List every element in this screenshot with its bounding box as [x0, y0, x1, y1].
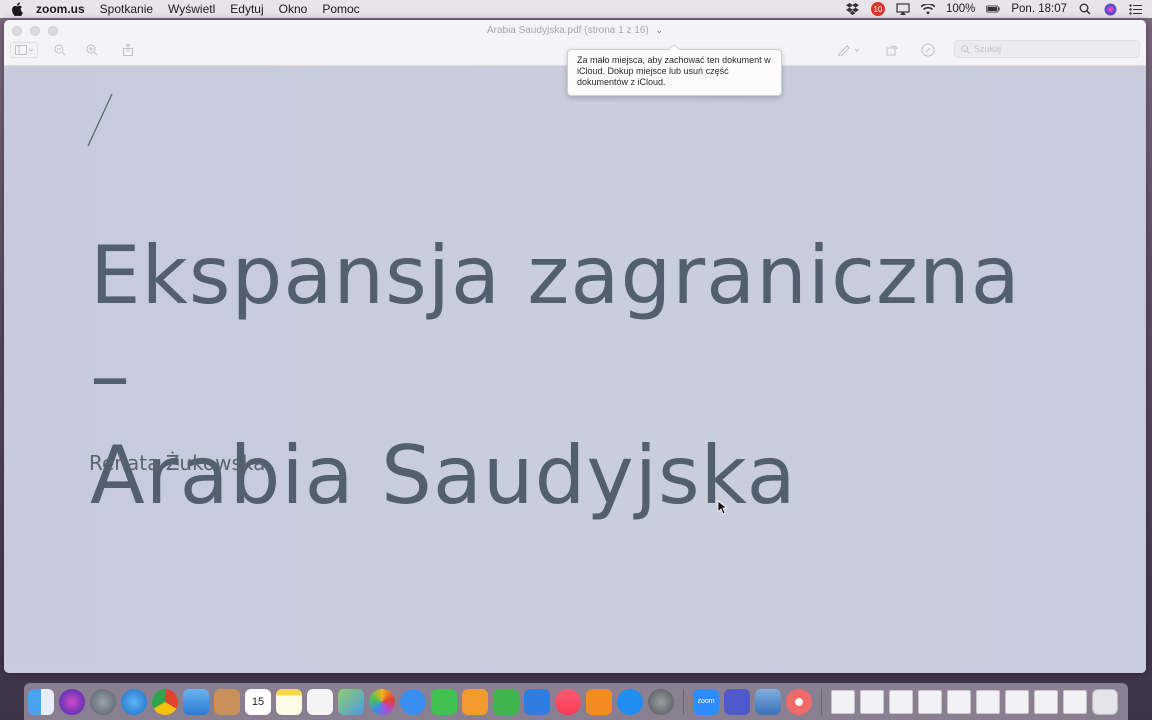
slide-page[interactable]: Ekspansja zagraniczna – Arabia Saudyjska…	[12, 68, 1138, 665]
dock-document-9[interactable]	[1063, 689, 1087, 714]
safari-icon[interactable]	[121, 688, 147, 715]
clock[interactable]: Pon. 18:07	[1011, 3, 1067, 15]
books-icon[interactable]	[586, 688, 612, 715]
status-area: 10 100% Pon. 18:07	[846, 2, 1142, 16]
dock-document-6[interactable]	[976, 689, 1000, 714]
facetime-icon[interactable]	[431, 688, 457, 715]
dock-document-7[interactable]	[1005, 689, 1029, 714]
menu-bar: zoom.us Spotkanie Wyświetl Edytuj Okno P…	[0, 0, 1152, 18]
document-title-text: Arabia Saudyjska.pdf (strona 1 z 16)	[486, 25, 649, 36]
notes-icon[interactable]	[276, 688, 302, 715]
rotate-button[interactable]	[882, 42, 902, 58]
preview-icon[interactable]	[755, 688, 781, 715]
zoom-out-icon	[54, 44, 66, 56]
numbers-icon[interactable]	[493, 688, 519, 715]
menu-pomoc[interactable]: Pomoc	[322, 2, 359, 16]
menu-wyswietl[interactable]: Wyświetl	[168, 2, 215, 16]
chrome-icon[interactable]	[152, 688, 178, 715]
launchpad-icon[interactable]	[90, 688, 116, 715]
menu-edytuj[interactable]: Edytuj	[230, 2, 263, 16]
search-icon	[961, 44, 970, 54]
notification-badge[interactable]: 10	[870, 2, 885, 16]
maps-icon[interactable]	[338, 688, 364, 715]
battery-icon[interactable]	[986, 2, 1001, 16]
dock-document-5[interactable]	[947, 689, 971, 714]
share-button[interactable]	[116, 42, 140, 58]
apple-icon[interactable]	[10, 2, 24, 16]
markup-icon	[921, 43, 935, 57]
photos-icon[interactable]	[369, 688, 395, 715]
slide-author: Renata Żukowska	[89, 451, 266, 475]
chevron-down-icon[interactable]: ⌄	[656, 25, 664, 35]
dropbox-icon[interactable]	[846, 2, 860, 16]
dock-document-4[interactable]	[918, 689, 942, 714]
asana-icon[interactable]	[786, 688, 812, 715]
search-input[interactable]: Szukaj	[954, 40, 1140, 58]
reminders-icon[interactable]	[307, 688, 333, 715]
siri-dock-icon[interactable]	[59, 688, 85, 715]
share-icon	[123, 44, 133, 56]
preview-window: Arabia Saudyjska.pdf (strona 1 z 16) ⌄ S…	[4, 20, 1146, 673]
menu-okno[interactable]: Okno	[279, 2, 308, 16]
icloud-storage-tooltip: Za mało miejsca, aby zachować ten dokume…	[567, 44, 782, 96]
rotate-icon	[886, 45, 898, 56]
keynote-icon[interactable]	[524, 688, 550, 715]
slide-title: Ekspansja zagraniczna – Arabia Saudyjska	[90, 226, 1070, 526]
mouse-cursor-icon	[717, 500, 727, 515]
menu-app-name[interactable]: zoom.us	[36, 2, 85, 16]
zoom-in-icon	[86, 44, 98, 56]
pen-icon	[838, 45, 860, 56]
dock-document-3[interactable]	[889, 689, 913, 714]
zoom-in-button[interactable]	[80, 42, 104, 58]
dock: 15 zoom	[24, 683, 1128, 720]
battery-percentage: 100%	[945, 3, 976, 15]
airplay-icon[interactable]	[896, 2, 910, 16]
appstore-icon[interactable]	[617, 688, 643, 715]
sidebar-toggle-button[interactable]	[10, 42, 38, 58]
dock-document-8[interactable]	[1034, 689, 1058, 714]
notification-center-icon[interactable]	[1128, 2, 1142, 16]
contacts-icon[interactable]	[214, 688, 240, 715]
slide-title-line-1: Ekspansja zagraniczna –	[90, 229, 1021, 422]
system-settings-icon[interactable]	[648, 688, 674, 715]
search-placeholder: Szukaj	[974, 44, 1002, 54]
messages-icon[interactable]	[400, 688, 426, 715]
trash-icon[interactable]	[1092, 688, 1118, 715]
document-area[interactable]: Ekspansja zagraniczna – Arabia Saudyjska…	[4, 66, 1146, 673]
wifi-icon[interactable]	[920, 2, 935, 16]
teams-icon[interactable]	[724, 688, 750, 715]
finder-icon[interactable]	[28, 688, 54, 715]
zoom-out-button[interactable]	[48, 42, 72, 58]
mail-icon[interactable]	[183, 688, 209, 715]
dock-separator	[683, 688, 684, 715]
slide-title-line-2: Arabia Saudyjska	[90, 429, 797, 522]
zoom-icon[interactable]: zoom	[693, 688, 719, 715]
decorative-slash-line	[87, 93, 113, 147]
siri-icon[interactable]	[1103, 2, 1117, 16]
calendar-icon[interactable]: 15	[245, 688, 271, 715]
zoom-dock-label: zoom	[697, 698, 715, 705]
markup-pen-button[interactable]	[832, 42, 866, 58]
pages-icon[interactable]	[462, 688, 488, 715]
dock-separator-2	[821, 688, 822, 715]
calendar-day: 15	[251, 695, 265, 708]
dock-document-1[interactable]	[831, 689, 855, 714]
menu-spotkanie[interactable]: Spotkanie	[100, 2, 153, 16]
markup-toolbar-button[interactable]	[918, 42, 938, 58]
spotlight-icon[interactable]	[1078, 2, 1092, 16]
sidebar-icon	[15, 45, 33, 55]
document-title[interactable]: Arabia Saudyjska.pdf (strona 1 z 16) ⌄	[4, 25, 1146, 36]
dock-document-2[interactable]	[860, 689, 884, 714]
music-icon[interactable]	[555, 688, 581, 715]
